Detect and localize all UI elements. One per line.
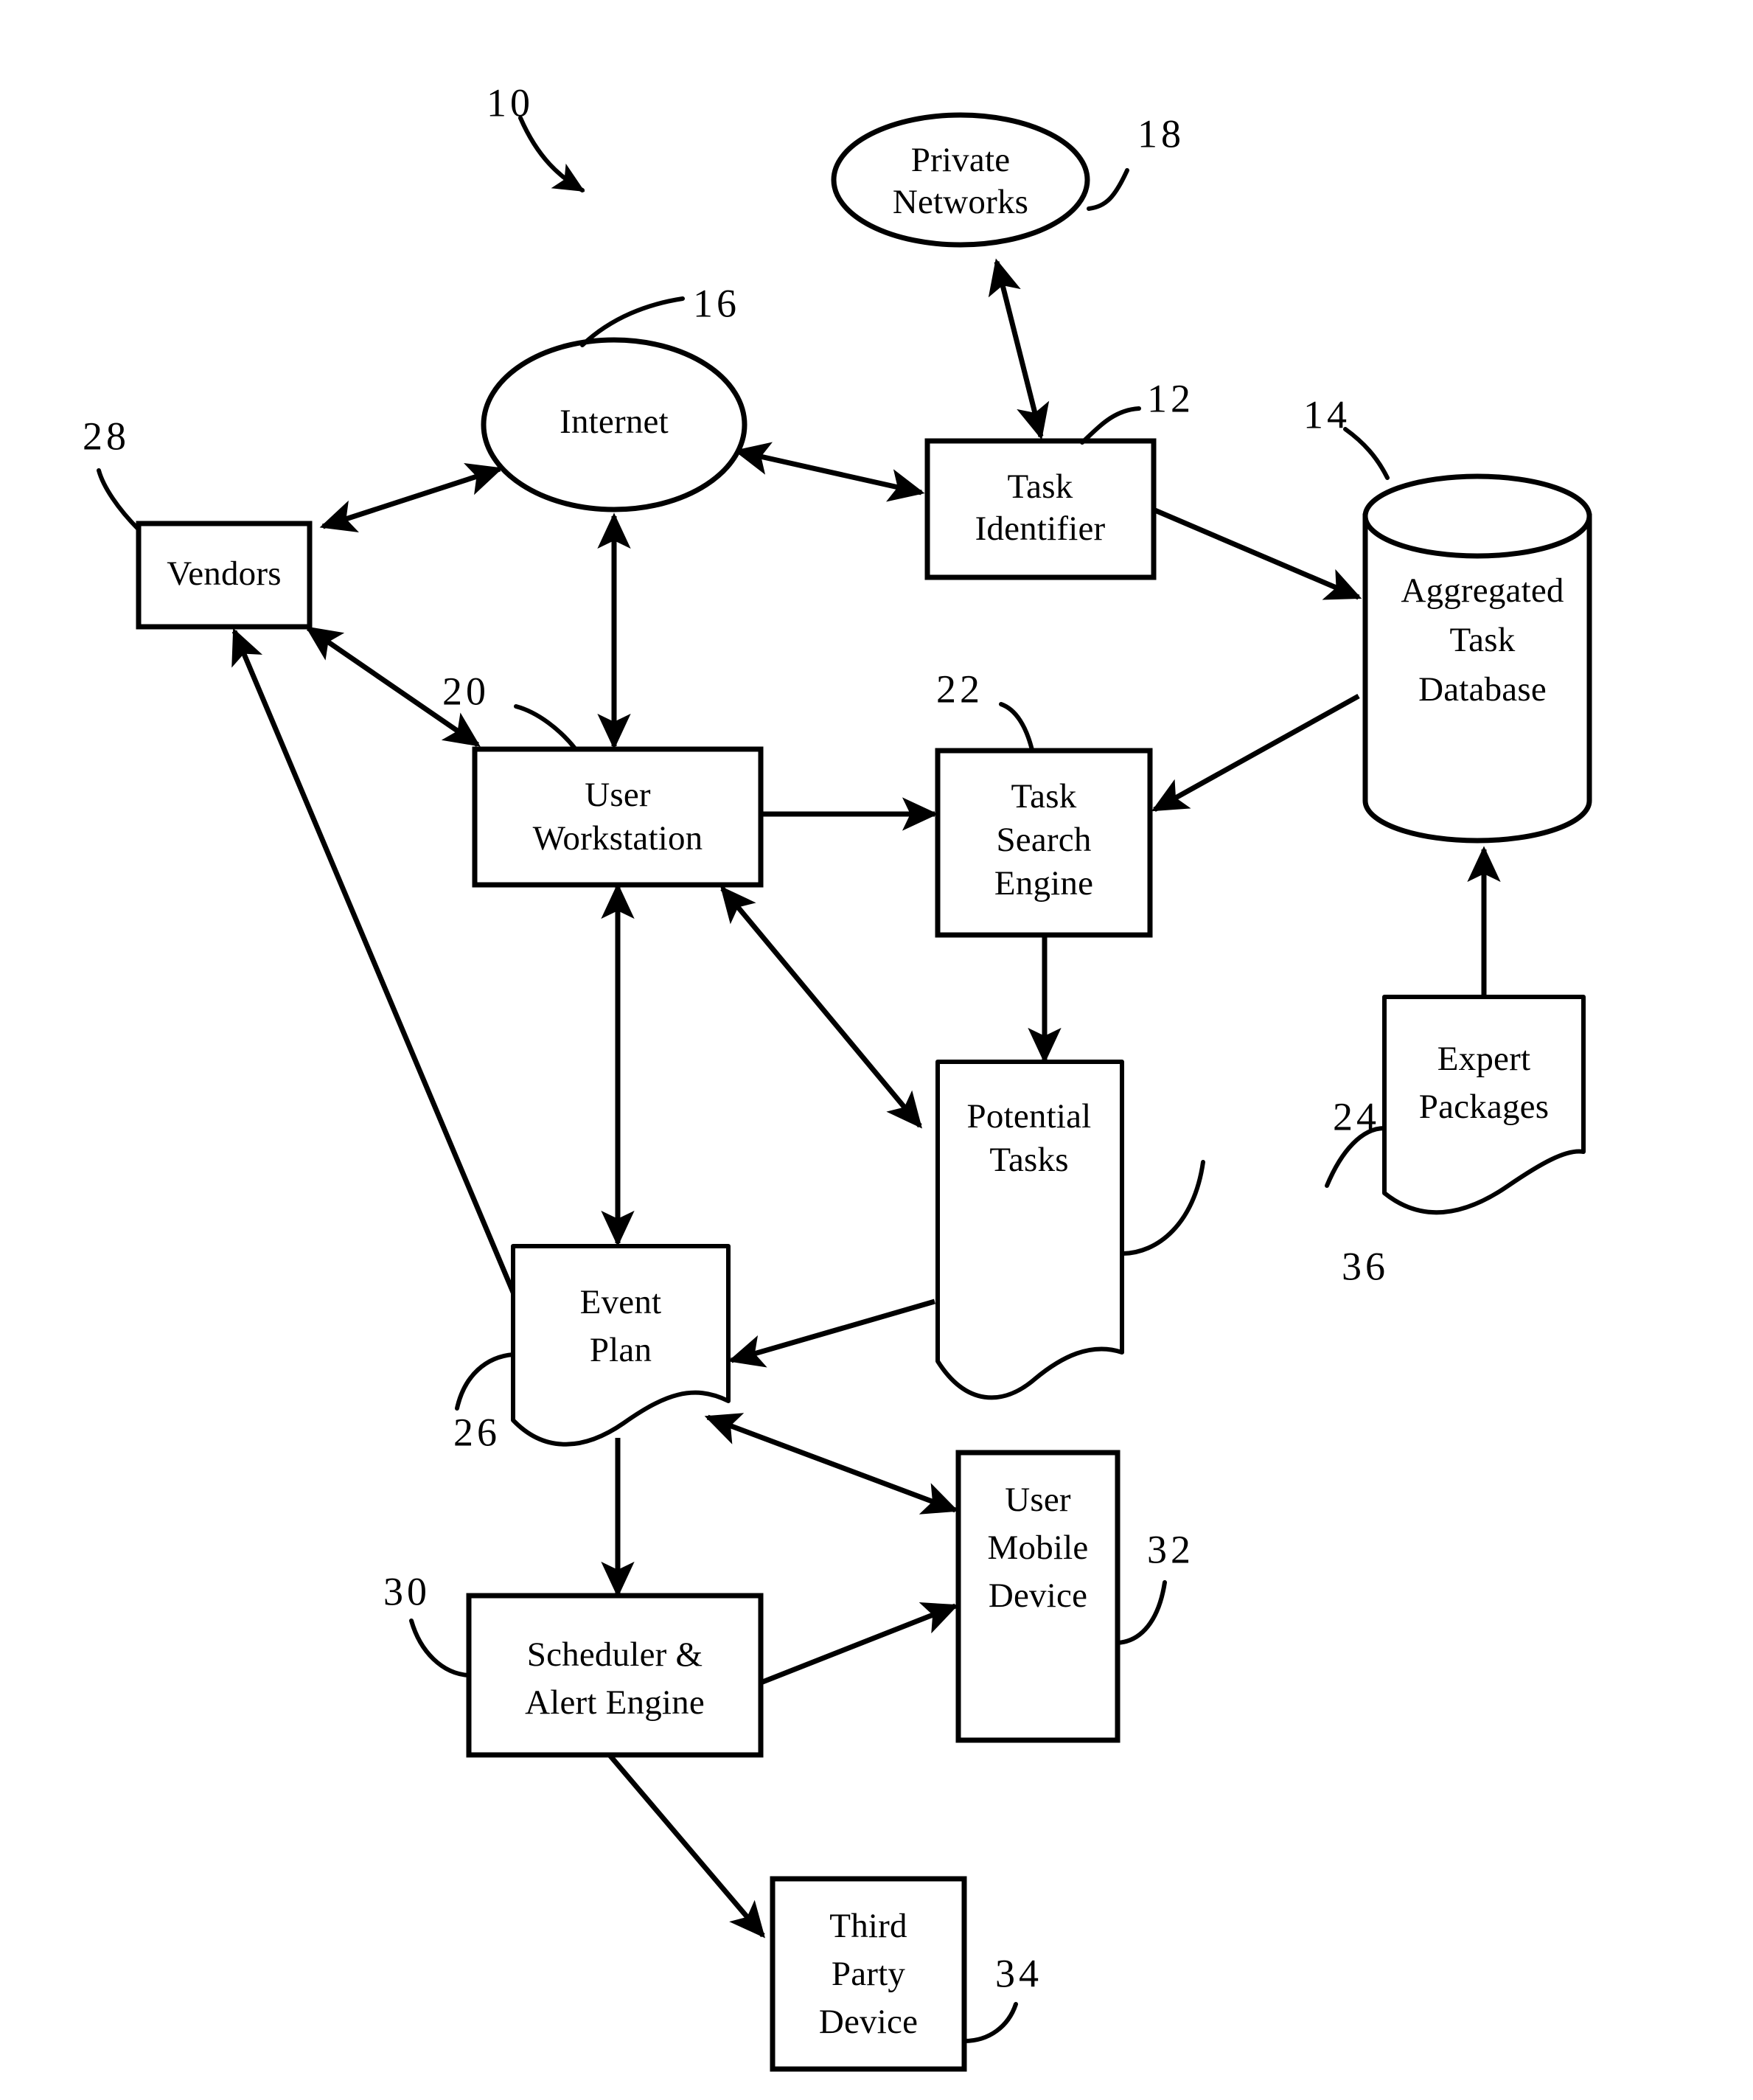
- edge-internet-task-identifier: [733, 442, 925, 502]
- node-task-identifier[interactable]: Task Identifier: [924, 438, 1157, 580]
- database-label-line3: Database: [1418, 670, 1547, 709]
- vendors-label: Vendors: [167, 554, 281, 593]
- ref-numeral-10: 10: [487, 80, 534, 125]
- ref-numeral-26: 26: [453, 1410, 501, 1454]
- diagram-canvas: Private Networks Internet Task Identifie…: [83, 80, 1592, 2072]
- workstation-label-line2: Workstation: [533, 819, 703, 858]
- third-party-label-line1: Third: [829, 1907, 907, 1945]
- internet-label: Internet: [560, 403, 669, 441]
- ref-numeral-12: 12: [1147, 376, 1194, 420]
- third-party-label-line2: Party: [832, 1955, 906, 1993]
- node-task-search-engine[interactable]: Task Search Engine: [935, 748, 1153, 938]
- ref-numeral-34: 34: [995, 1951, 1042, 1995]
- ref-leader-28: [97, 468, 141, 532]
- expert-packages-label-line1: Expert: [1437, 1040, 1530, 1078]
- node-event-plan[interactable]: Event Plan: [511, 1244, 731, 1447]
- system-ref-leader-arrow: [518, 116, 585, 192]
- node-scheduler-alert-engine[interactable]: Scheduler & Alert Engine: [466, 1593, 764, 1758]
- ref-numeral-18: 18: [1137, 111, 1185, 156]
- ref-leader-14: [1343, 427, 1390, 480]
- edge-database-task-search-engine: [1151, 693, 1360, 813]
- node-expert-packages[interactable]: Expert Packages: [1382, 995, 1586, 1215]
- task-identifier-label-line2: Identifier: [975, 510, 1106, 548]
- ref-leader-22: [999, 702, 1034, 752]
- mobile-label-line3: Device: [989, 1576, 1087, 1615]
- potential-tasks-label-line2: Tasks: [989, 1141, 1068, 1179]
- ref-leader-26: [455, 1352, 515, 1411]
- ref-numeral-28: 28: [83, 414, 130, 458]
- ref-leader-34: [962, 2002, 1018, 2043]
- patent-figure: Private Networks Internet Task Identifie…: [0, 0, 1753, 2100]
- private-networks-label-line1: Private: [911, 141, 1011, 179]
- ref-leader-12: [1080, 406, 1141, 445]
- event-plan-label-line1: Event: [580, 1283, 662, 1321]
- edge-potential-tasks-event-plan: [728, 1298, 935, 1368]
- ref-numeral-22: 22: [936, 667, 983, 711]
- search-engine-label-line3: Engine: [994, 864, 1093, 903]
- database-label-line2: Task: [1450, 621, 1516, 659]
- database-label-line1: Aggregated: [1401, 571, 1564, 610]
- potential-tasks-label-line1: Potential: [967, 1097, 1092, 1136]
- ref-leader-30: [409, 1619, 471, 1677]
- edge-potential-tasks-user-workstation: [720, 886, 922, 1129]
- ref-numeral-30: 30: [383, 1569, 431, 1613]
- node-user-mobile-device[interactable]: User Mobile Device: [955, 1450, 1121, 1743]
- event-plan-label-line2: Plan: [590, 1331, 652, 1369]
- scheduler-label-line1: Scheduler &: [527, 1635, 703, 1674]
- search-engine-label-line1: Task: [1011, 777, 1077, 816]
- ref-leader-32: [1115, 1580, 1167, 1645]
- ref-leader-18: [1087, 168, 1129, 211]
- scheduler-label-line2: Alert Engine: [525, 1683, 705, 1722]
- ref-numeral-36: 36: [1342, 1244, 1389, 1288]
- node-private-networks[interactable]: Private Networks: [831, 112, 1090, 248]
- edge-scheduler-third-party-device: [606, 1751, 765, 1939]
- edge-layer: [231, 116, 1501, 1939]
- ref-leader-24: [1120, 1160, 1205, 1256]
- node-user-workstation[interactable]: User Workstation: [472, 746, 764, 888]
- ref-numeral-32: 32: [1147, 1527, 1194, 1571]
- node-third-party-device[interactable]: Third Party Device: [770, 1876, 967, 2072]
- node-vendors[interactable]: Vendors: [136, 521, 313, 630]
- workstation-label-line1: User: [585, 776, 651, 814]
- ref-numeral-16: 16: [693, 281, 740, 325]
- mobile-label-line1: User: [1005, 1481, 1071, 1519]
- task-identifier-label-line1: Task: [1008, 467, 1073, 506]
- edge-task-identifier-database: [1150, 506, 1362, 600]
- ref-leader-20: [514, 704, 577, 751]
- ref-numeral-20: 20: [442, 669, 489, 713]
- search-engine-label-line2: Search: [996, 821, 1091, 859]
- expert-packages-label-line2: Packages: [1419, 1088, 1549, 1126]
- node-internet[interactable]: Internet: [481, 337, 747, 512]
- edge-event-plan-vendors: [231, 627, 519, 1301]
- edge-scheduler-user-mobile-device: [759, 1602, 959, 1686]
- edge-internet-vendors: [319, 463, 503, 532]
- node-potential-tasks[interactable]: Potential Tasks: [935, 1060, 1124, 1400]
- edge-event-plan-user-mobile-device: [704, 1413, 959, 1515]
- mobile-label-line2: Mobile: [988, 1529, 1089, 1567]
- node-aggregated-task-database[interactable]: Aggregated Task Database: [1362, 473, 1592, 844]
- private-networks-label-line2: Networks: [893, 183, 1028, 221]
- edge-private-networks-task-identifier: [988, 258, 1050, 440]
- third-party-label-line3: Device: [819, 2003, 918, 2041]
